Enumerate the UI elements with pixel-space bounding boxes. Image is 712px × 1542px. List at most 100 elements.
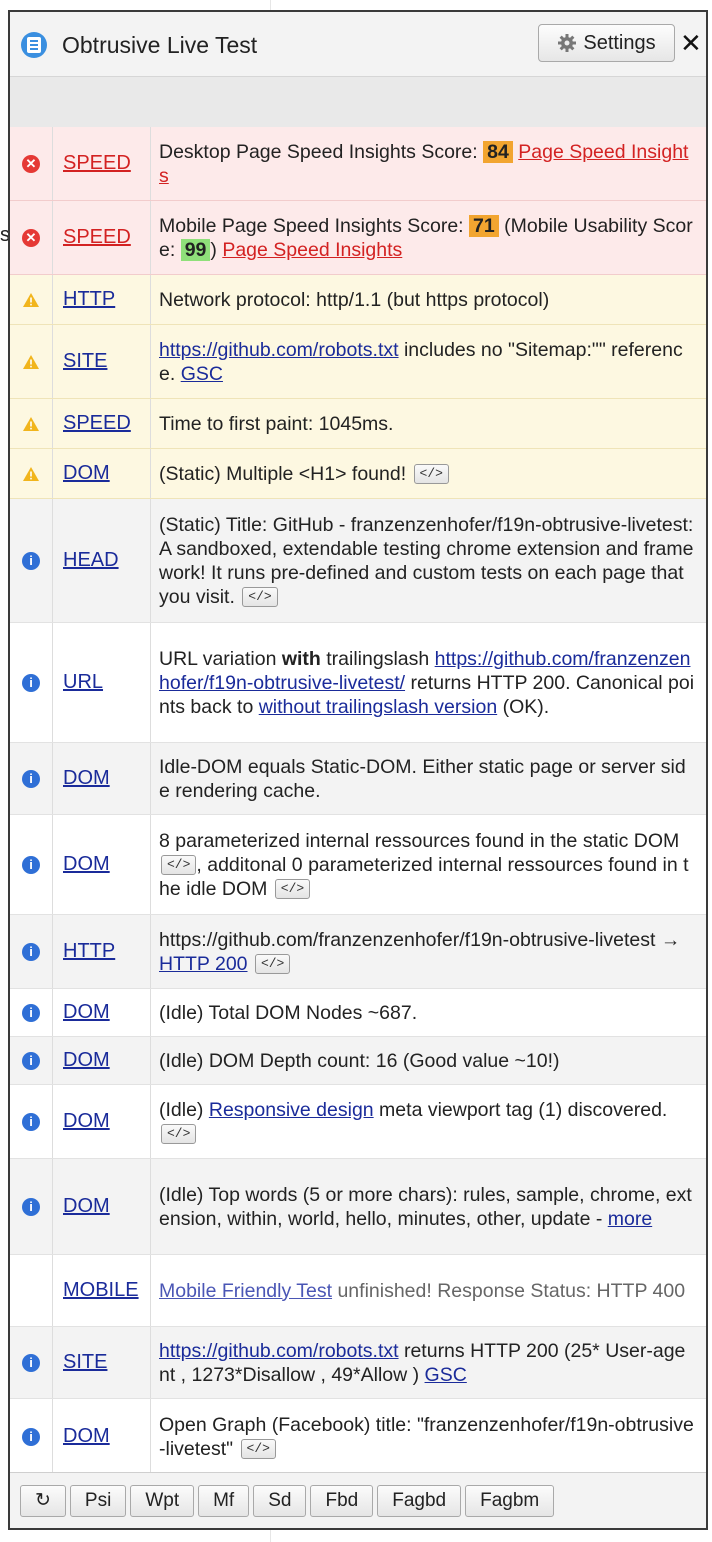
- result-row: SPEED Time to first paint: 1045ms.: [10, 399, 706, 449]
- category-link[interactable]: SPEED: [63, 412, 131, 435]
- message-link[interactable]: Page Speed Insights: [222, 239, 402, 261]
- result-row: i HTTP https://github.com/franzenzenhofer/…: [10, 915, 706, 989]
- result-row: HTTP Network protocol: http/1.1 (but http…: [10, 275, 706, 325]
- category-cell: HTTP: [53, 275, 151, 324]
- message-cell: Mobile Friendly Test unfinished! Respons…: [151, 1255, 706, 1326]
- warning-icon: [23, 354, 39, 369]
- reload-button[interactable]: ↻: [20, 1484, 66, 1517]
- category-cell: SITE: [53, 1327, 151, 1398]
- message-text: Time to first paint: 1045ms.: [159, 412, 394, 435]
- message-text: ): [210, 238, 223, 261]
- message-cell: 8 parameterized internal ressources foun…: [151, 815, 706, 914]
- result-icon-cell: ✕: [10, 201, 53, 274]
- category-link[interactable]: DOM: [63, 853, 110, 876]
- code-toggle-button[interactable]: </>: [240, 1439, 276, 1460]
- category-link[interactable]: SITE: [63, 350, 107, 373]
- result-row: i DOM (Idle) Top words (5 or more chars): …: [10, 1159, 706, 1255]
- close-button[interactable]: ✕: [680, 28, 702, 58]
- message-link[interactable]: https://github.com/robots.txt: [159, 339, 399, 361]
- category-link[interactable]: DOM: [63, 1425, 110, 1448]
- category-cell: DOM: [53, 1399, 151, 1474]
- category-link[interactable]: DOM: [63, 1195, 110, 1218]
- category-link[interactable]: DOM: [63, 767, 110, 790]
- category-cell: DOM: [53, 1037, 151, 1084]
- titlebar: Obtrusive Live Test Settings ✕: [10, 12, 706, 77]
- info-icon: i: [22, 1112, 40, 1131]
- message-text: URL variation: [159, 647, 282, 670]
- result-icon-cell: i: [10, 1159, 53, 1254]
- message-cell: URL variation with trailingslash https:/…: [151, 623, 706, 742]
- result-icon-cell: i: [10, 1327, 53, 1398]
- category-cell: HTTP: [53, 915, 151, 988]
- message-text: https://github.com/franzenzenhofer/f19n-…: [159, 928, 681, 951]
- result-row: i SITE https://github.com/robots.txt retur…: [10, 1327, 706, 1399]
- category-cell: SITE: [53, 325, 151, 398]
- message-text: (Idle): [159, 1098, 209, 1121]
- code-toggle-button[interactable]: </>: [274, 879, 311, 900]
- result-row: i DOM Open Graph (Facebook) title: "franze…: [10, 1399, 706, 1475]
- category-link[interactable]: DOM: [63, 1001, 110, 1024]
- result-icon-cell: i: [10, 989, 53, 1036]
- category-link[interactable]: DOM: [63, 1110, 110, 1133]
- result-icon-cell: [10, 399, 53, 448]
- category-link[interactable]: SPEED: [63, 152, 131, 175]
- mf-button[interactable]: Mf: [198, 1484, 250, 1517]
- result-icon-cell: i: [10, 499, 53, 622]
- result-icon-cell: i: [10, 623, 53, 742]
- result-icon-cell: [10, 325, 53, 398]
- category-link[interactable]: DOM: [63, 462, 110, 485]
- code-toggle-button[interactable]: </>: [254, 954, 291, 975]
- info-icon: i: [22, 673, 40, 692]
- code-toggle-button[interactable]: </>: [161, 855, 197, 876]
- message-text: (OK).: [497, 695, 550, 718]
- settings-button[interactable]: Settings: [538, 24, 675, 62]
- error-icon: ✕: [22, 154, 40, 173]
- category-link[interactable]: SPEED: [63, 226, 131, 249]
- message-text: Mobile Page Speed Insights Score:: [159, 214, 470, 237]
- result-row: i URL URL variation with trailingslash htt…: [10, 623, 706, 743]
- message-link[interactable]: Responsive design: [209, 1099, 374, 1121]
- code-toggle-button[interactable]: </>: [161, 1124, 197, 1145]
- result-row: i HEAD (Static) Title: GitHub - franzenzen…: [10, 499, 706, 623]
- category-link[interactable]: HEAD: [63, 549, 119, 572]
- message-link[interactable]: GSC: [181, 363, 223, 385]
- message-cell: Open Graph (Facebook) title: "franzenzen…: [151, 1399, 706, 1474]
- code-toggle-button[interactable]: </>: [242, 587, 278, 608]
- score-badge: 71: [469, 214, 499, 237]
- result-icon-cell: i: [10, 1399, 53, 1474]
- settings-label: Settings: [583, 31, 656, 54]
- code-toggle-button[interactable]: </>: [413, 464, 449, 485]
- category-cell: SPEED: [53, 201, 151, 274]
- message-text: unfinished! Response Status: HTTP 400: [332, 1279, 686, 1302]
- message-cell: https://github.com/robots.txt returns HT…: [151, 1327, 706, 1398]
- fagbm-button[interactable]: Fagbm: [465, 1484, 555, 1517]
- sd-button[interactable]: Sd: [253, 1484, 307, 1517]
- category-link[interactable]: URL: [63, 671, 103, 694]
- fbd-button[interactable]: Fbd: [310, 1484, 374, 1517]
- category-link[interactable]: SITE: [63, 1351, 107, 1374]
- fagbd-button[interactable]: Fagbd: [377, 1484, 462, 1517]
- wpt-button[interactable]: Wpt: [130, 1484, 195, 1517]
- message-link[interactable]: https://github.com/robots.txt: [159, 1340, 399, 1362]
- category-link[interactable]: MOBILE: [63, 1279, 139, 1302]
- info-icon: i: [22, 942, 40, 961]
- results-list: ✕ SPEED Desktop Page Speed Insights Score:…: [10, 127, 706, 1475]
- category-link[interactable]: HTTP: [63, 940, 115, 963]
- message-link[interactable]: GSC: [425, 1364, 467, 1386]
- message-link[interactable]: more: [608, 1208, 652, 1230]
- result-row: i DOM 8 parameterized internal ressources …: [10, 815, 706, 915]
- score-badge: 84: [483, 140, 513, 163]
- result-row: i DOM (Idle) Total DOM Nodes ~687.: [10, 989, 706, 1037]
- message-link[interactable]: without trailingslash version: [259, 696, 497, 718]
- message-link[interactable]: HTTP 200: [159, 953, 248, 975]
- result-icon-cell: i: [10, 1085, 53, 1158]
- message-text: [248, 953, 253, 975]
- category-link[interactable]: HTTP: [63, 288, 115, 311]
- result-row: MOBILE Mobile Friendly Test unfinished! R…: [10, 1255, 706, 1327]
- category-link[interactable]: DOM: [63, 1049, 110, 1072]
- message-cell: https://github.com/franzenzenhofer/f19n-…: [151, 915, 706, 988]
- psi-button[interactable]: Psi: [69, 1484, 127, 1517]
- message-link[interactable]: Mobile Friendly Test: [159, 1280, 332, 1302]
- result-row: i DOM Idle-DOM equals Static-DOM. Either s…: [10, 743, 706, 815]
- footer-toolbar: ↻ Psi Wpt Mf Sd Fbd Fagbd Fagbm: [10, 1472, 706, 1528]
